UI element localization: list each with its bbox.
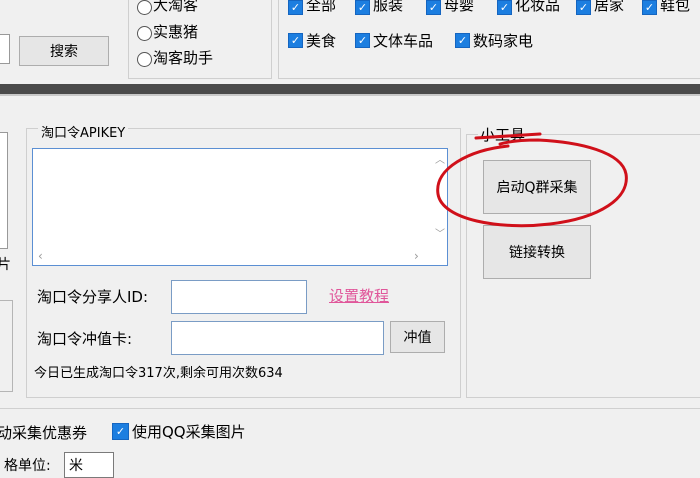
bottom-divider [0, 408, 700, 409]
category-checkbox-digital[interactable]: ✓ [455, 33, 470, 48]
scroll-right-icon[interactable]: › [414, 249, 419, 263]
radio-label: 大淘客 [153, 0, 199, 14]
price-unit-label: 格单位: [4, 458, 51, 474]
category-label: 居家 [594, 0, 625, 14]
category-label: 美食 [306, 32, 337, 50]
category-label: 全部 [306, 0, 337, 14]
category-label: 鞋包 [660, 0, 691, 14]
radio-button[interactable] [137, 52, 152, 67]
radio-label: 淘客助手 [153, 49, 214, 67]
apikey-textarea[interactable]: ︿ ﹀ ‹ › [32, 148, 448, 266]
radio-button[interactable] [137, 26, 152, 41]
search-button[interactable]: 搜索 [19, 36, 109, 66]
keyword-input[interactable] [0, 34, 10, 64]
category-checkbox-cosmetics[interactable]: ✓ [497, 0, 512, 15]
price-unit-value: 米 [69, 458, 83, 474]
left-list-fragment [0, 132, 8, 249]
usage-status-text: 今日已生成淘口令317次,剩余可用次数634 [34, 366, 283, 381]
category-checkbox-all[interactable]: ✓ [288, 0, 303, 15]
recharge-label: 淘口令冲值卡: [37, 330, 133, 348]
category-label: 服装 [373, 0, 404, 14]
radio-button[interactable] [137, 0, 152, 15]
horizontal-scrollbar[interactable]: ‹ › [33, 249, 431, 265]
category-checkbox-home[interactable]: ✓ [576, 0, 591, 15]
scroll-left-icon[interactable]: ‹ [38, 249, 43, 263]
category-checkbox-food[interactable]: ✓ [288, 33, 303, 48]
category-label: 化妆品 [515, 0, 561, 14]
section-divider [0, 84, 700, 94]
auto-collect-coupon-label: 动采集优惠券 [0, 424, 88, 442]
section-divider-light [0, 94, 700, 96]
taokouling-group-title: 淘口令APIKEY [38, 122, 129, 141]
setup-tutorial-link[interactable]: 设置教程 [329, 285, 389, 306]
sharer-id-input[interactable] [171, 280, 307, 314]
category-checkbox-baby[interactable]: ✓ [426, 0, 441, 15]
price-unit-select[interactable]: 米 [64, 452, 114, 478]
category-label: 数码家电 [473, 32, 534, 50]
recharge-input[interactable] [171, 321, 384, 355]
left-box-fragment [0, 300, 13, 392]
category-label: 母婴 [444, 0, 475, 14]
radio-label: 实惠猪 [153, 23, 199, 41]
left-label-fragment: 片 [0, 257, 11, 273]
use-qq-images-checkbox[interactable]: ✓ [112, 423, 129, 440]
recharge-button[interactable]: 冲值 [390, 321, 445, 353]
sharer-id-label: 淘口令分享人ID: [37, 288, 149, 306]
annotation-circle [436, 132, 628, 228]
category-checkbox-clothing[interactable]: ✓ [355, 0, 370, 15]
category-label: 文体车品 [373, 32, 434, 50]
category-checkbox-shoes-bags[interactable]: ✓ [642, 0, 657, 15]
use-qq-images-label: 使用QQ采集图片 [132, 423, 246, 441]
category-checkbox-sports-auto[interactable]: ✓ [355, 33, 370, 48]
